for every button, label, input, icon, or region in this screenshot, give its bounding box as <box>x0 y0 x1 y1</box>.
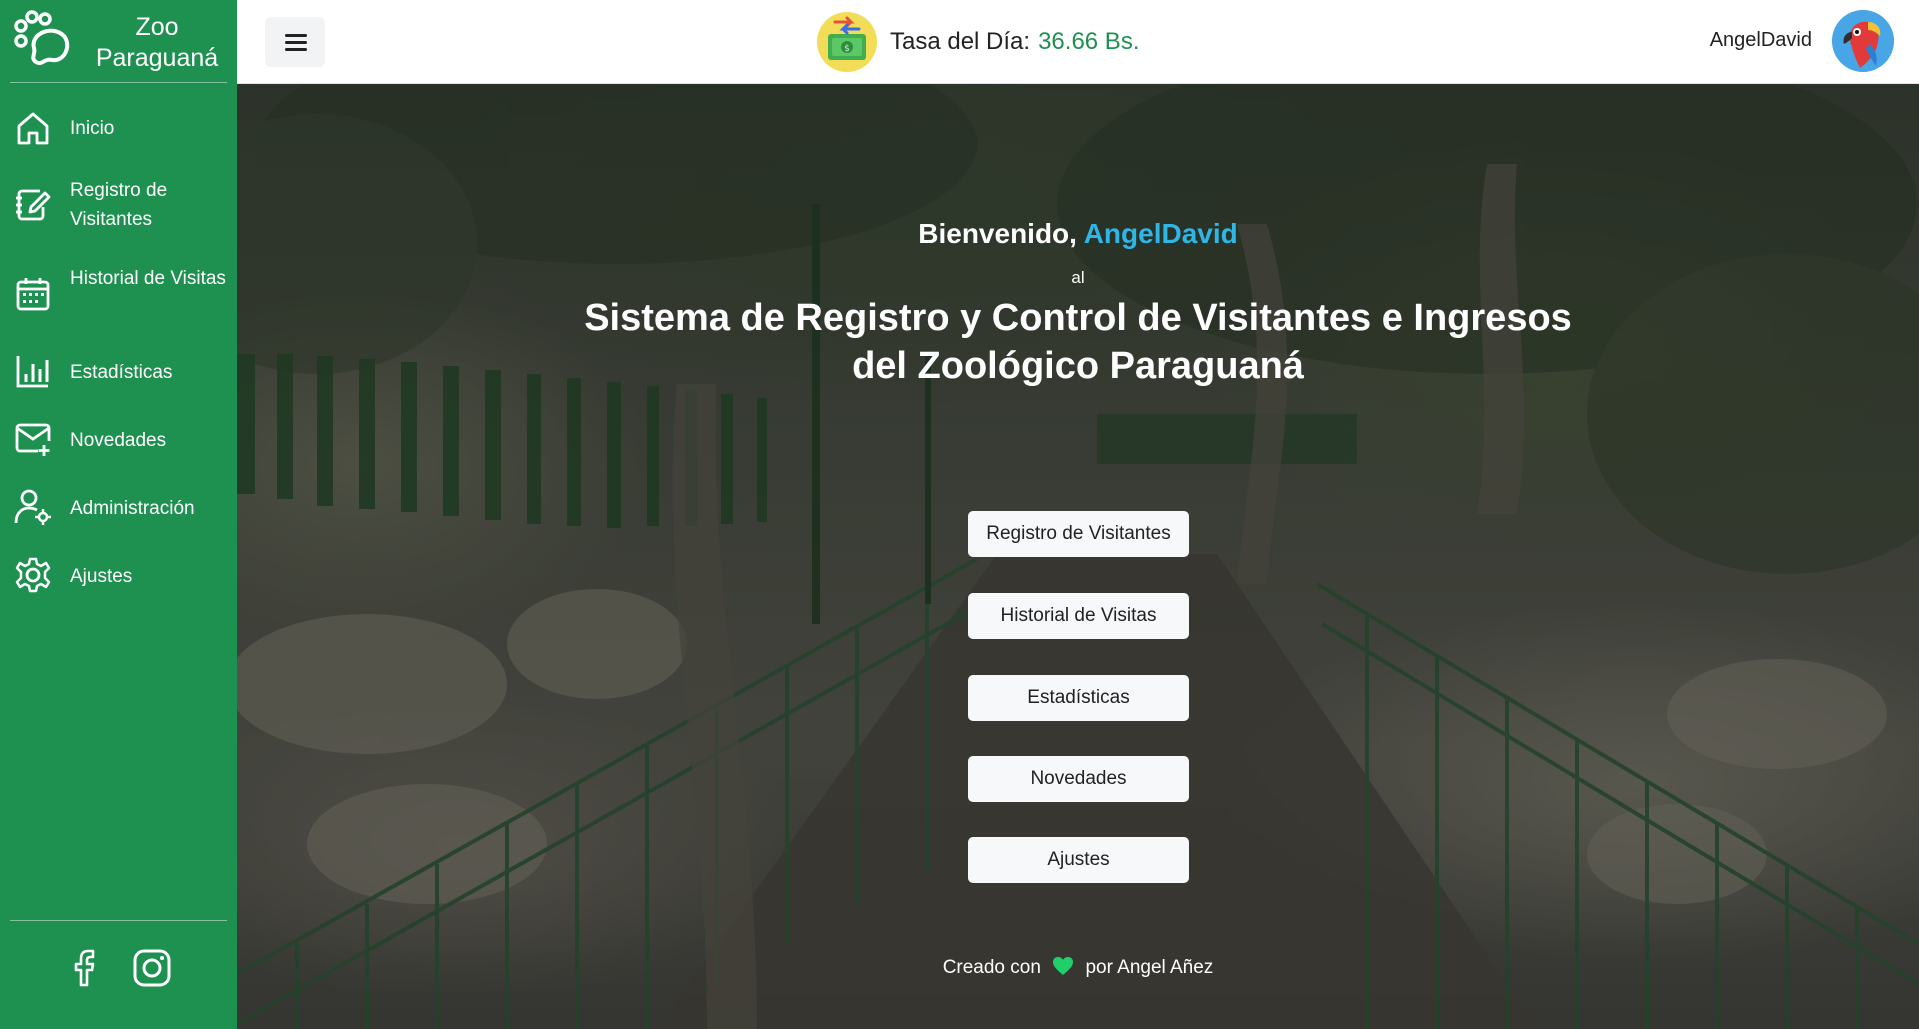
sidebar-item-label: Inicio <box>70 118 115 139</box>
bar-chart-icon <box>16 356 49 388</box>
hamburger-line <box>285 41 307 44</box>
welcome-username: AngelDavid <box>1083 218 1238 249</box>
instagram-icon[interactable] <box>132 948 172 988</box>
credits-author: por Angel Añez <box>1085 957 1214 978</box>
avatar[interactable] <box>1832 10 1894 72</box>
rate-value: 36.66 Bs. <box>1038 28 1140 55</box>
sidebar-item-administracion[interactable]: Administración <box>0 488 237 528</box>
user-gear-icon <box>14 489 51 525</box>
brand-name-line2: Paraguaná <box>95 44 219 72</box>
top-header: $ Tasa del Día: 36.66 Bs. AngelDavid <box>237 0 1919 84</box>
brand-name-line1: Zoo <box>135 13 179 41</box>
edit-document-icon <box>16 189 51 221</box>
sidebar-item-label: Administración <box>70 498 195 519</box>
sidebar-divider <box>10 82 227 83</box>
header-username[interactable]: AngelDavid <box>1710 29 1812 52</box>
system-title: Sistema de Registro y Control de Visitan… <box>578 294 1578 390</box>
sidebar-item-label: Registro de Visitantes <box>70 180 168 230</box>
parrot-avatar-icon <box>1832 10 1894 72</box>
credits-prefix: Creado con <box>942 957 1041 978</box>
sidebar-item-inicio[interactable]: Inicio <box>0 108 237 148</box>
estadisticas-button[interactable]: Estadísticas <box>968 675 1189 721</box>
sidebar-item-novedades[interactable]: Novedades <box>0 420 237 460</box>
sidebar: Zoo Paraguaná Inicio Registro de Visitan… <box>0 0 237 1029</box>
system-title-line2: del Zoológico Paraguaná <box>852 345 1304 387</box>
hero-section: Bienvenido, AngelDavid al Sistema de Reg… <box>237 84 1919 1029</box>
mail-plus-icon <box>15 423 51 456</box>
sidebar-item-ajustes[interactable]: Ajustes <box>0 556 237 596</box>
system-title-line1: Sistema de Registro y Control de Visitan… <box>584 297 1572 339</box>
sidebar-item-historial[interactable]: Historial de Visitas <box>0 264 237 324</box>
brand-name: Zoo Paraguaná <box>82 12 232 74</box>
money-exchange-icon: $ <box>817 12 877 72</box>
sidebar-item-label: Ajustes <box>70 566 133 587</box>
hamburger-line <box>285 34 307 37</box>
hamburger-line <box>285 48 307 51</box>
novedades-button[interactable]: Novedades <box>968 756 1189 802</box>
rate-label: Tasa del Día: <box>890 28 1031 55</box>
registro-visitantes-button[interactable]: Registro de Visitantes <box>968 511 1189 557</box>
welcome-heading: Bienvenido, AngelDavid <box>237 218 1919 250</box>
brand[interactable]: Zoo Paraguaná <box>0 0 237 82</box>
sidebar-item-label: Novedades <box>70 430 167 451</box>
welcome-connector: al <box>1071 268 1085 287</box>
ajustes-button[interactable]: Ajustes <box>968 837 1189 883</box>
exchange-rate: $ Tasa del Día: 36.66 Bs. <box>817 12 1139 72</box>
facebook-icon[interactable] <box>64 948 104 988</box>
paw-logo-icon <box>14 10 70 66</box>
menu-toggle-button[interactable] <box>265 17 325 67</box>
sidebar-item-registro[interactable]: Registro de Visitantes <box>0 176 237 236</box>
welcome-prefix: Bienvenido, <box>918 218 1077 249</box>
sidebar-item-label: Estadísticas <box>70 362 173 383</box>
sidebar-item-label: Historial de Visitas <box>70 268 226 289</box>
sidebar-divider <box>10 920 227 921</box>
historial-visitas-button[interactable]: Historial de Visitas <box>968 593 1189 639</box>
svg-text:$: $ <box>844 44 850 54</box>
sidebar-item-estadisticas[interactable]: Estadísticas <box>0 352 237 392</box>
hero-content: Bienvenido, AngelDavid al Sistema de Reg… <box>237 84 1919 1029</box>
calendar-icon <box>16 278 50 311</box>
credits-footer: Creado con por Angel Añez <box>237 956 1919 979</box>
heart-icon <box>1053 957 1074 975</box>
home-icon <box>17 112 49 145</box>
gear-icon <box>15 557 51 593</box>
